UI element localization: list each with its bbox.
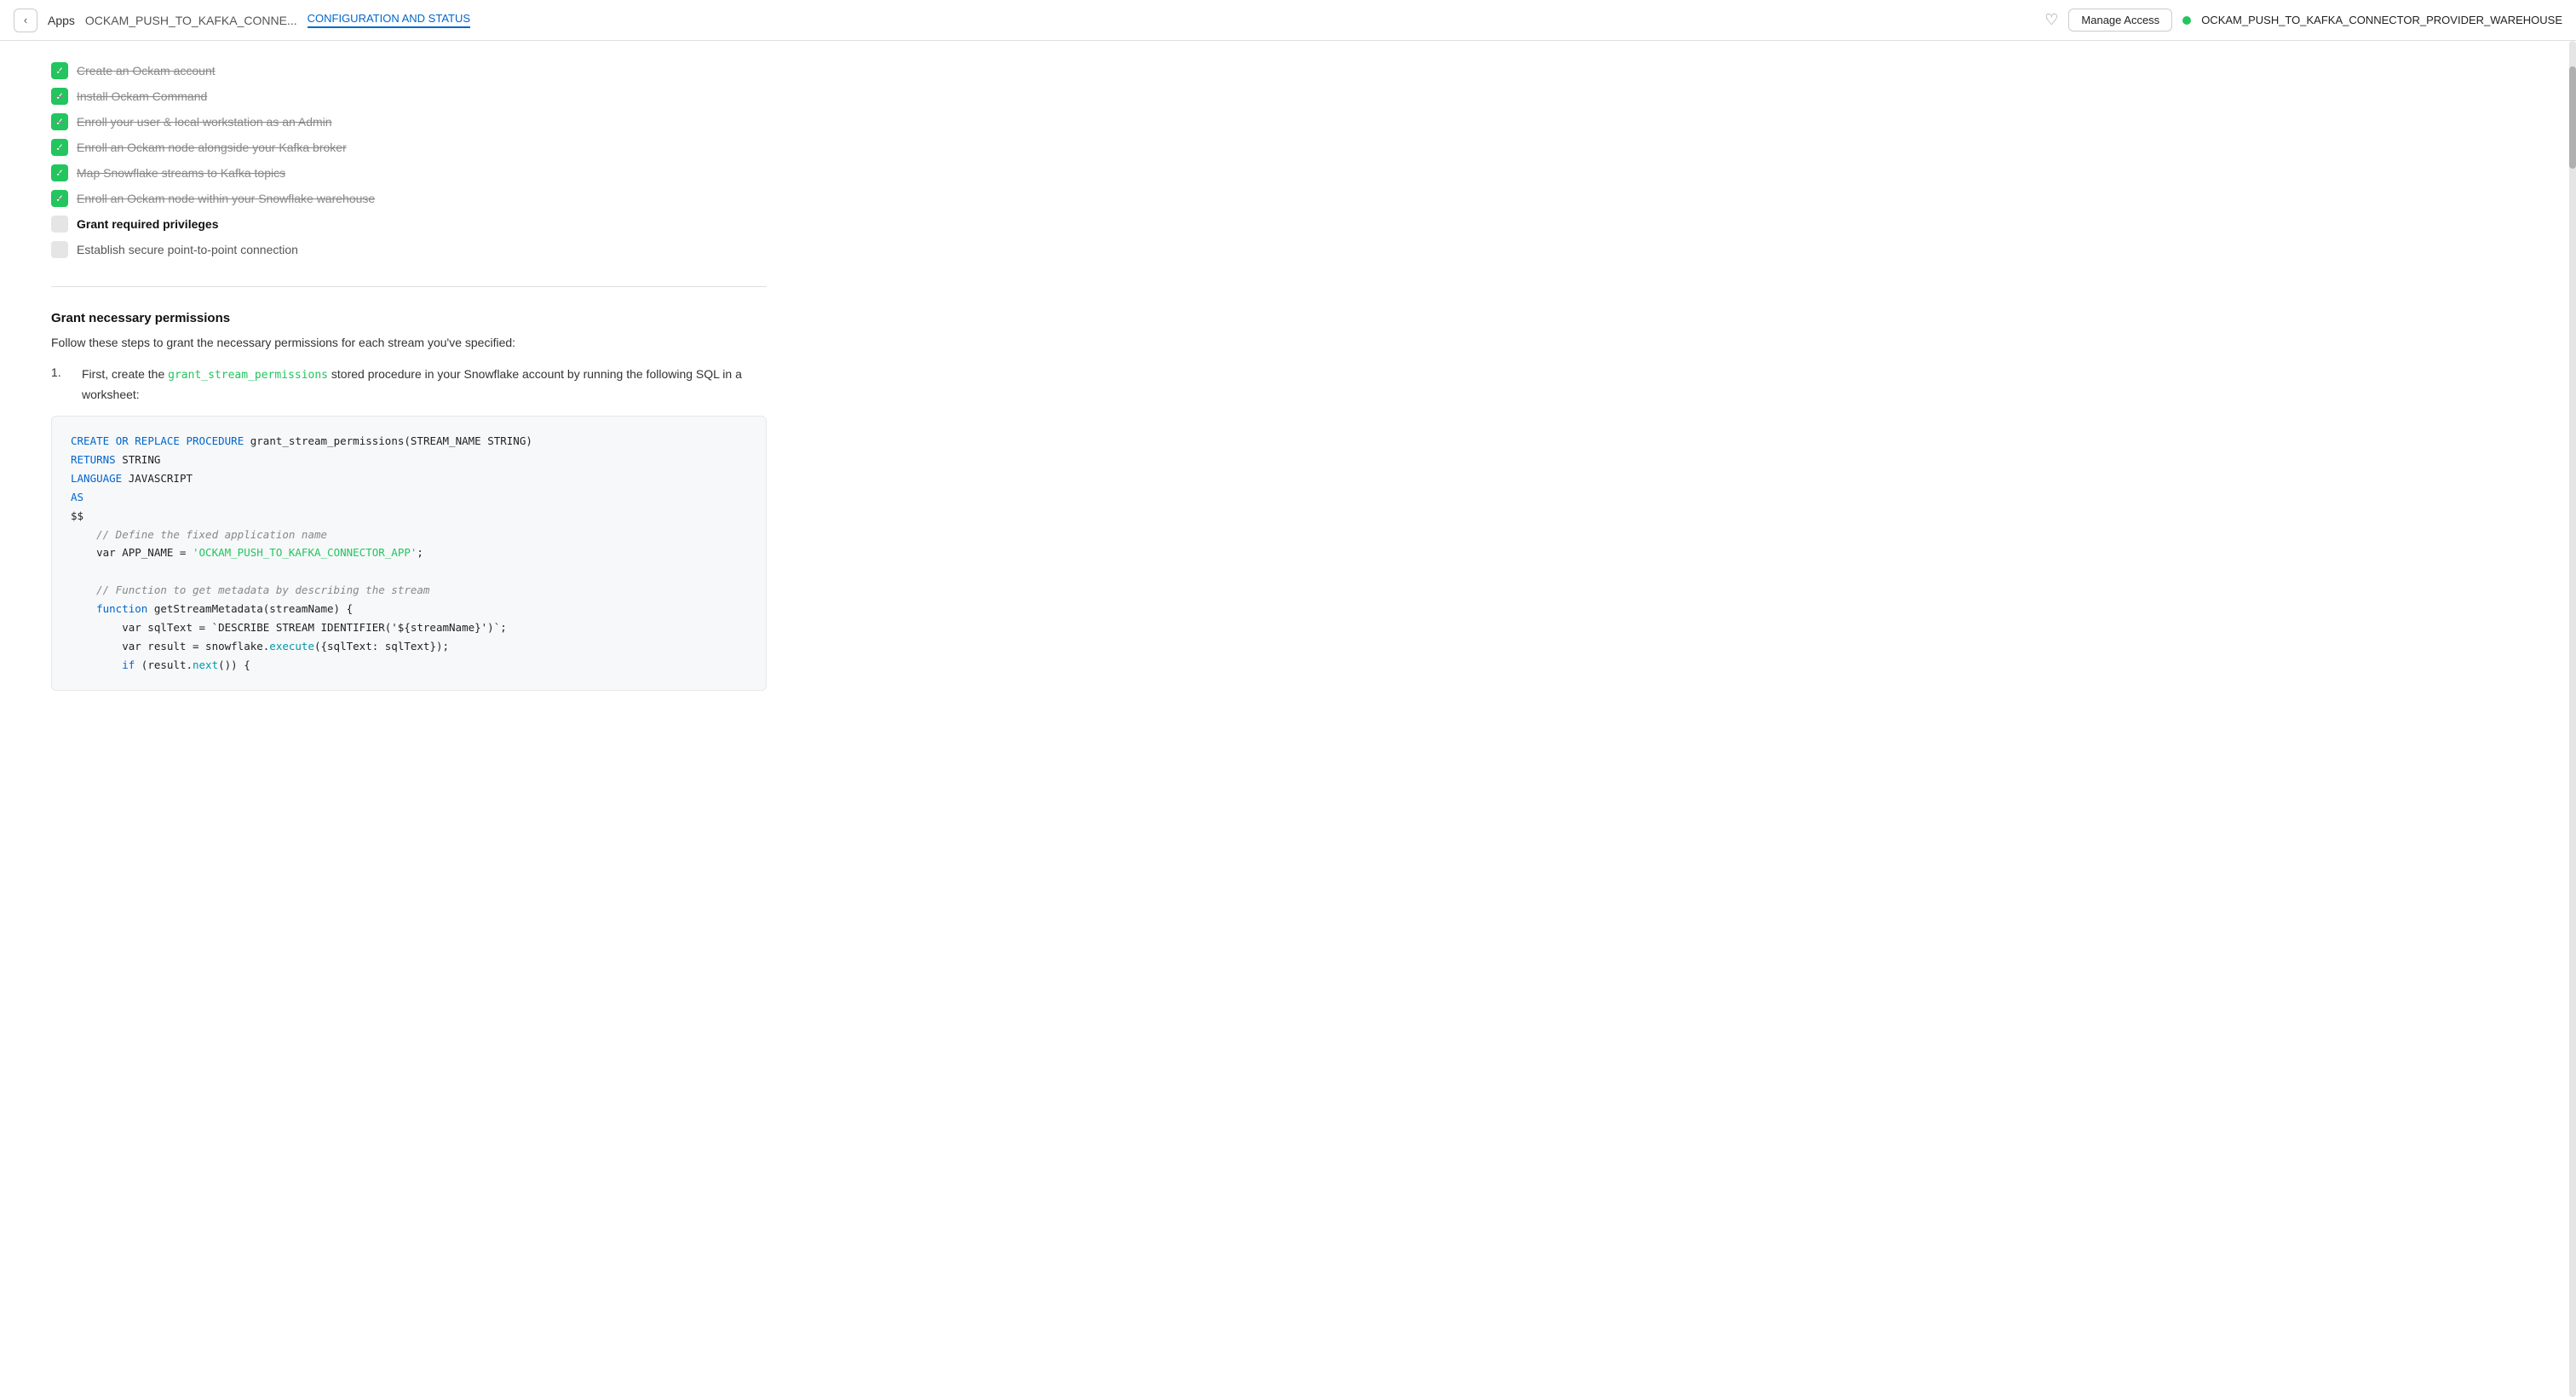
step-1-text: First, create the grant_stream_permissio… [82,365,767,404]
code-line9-var: var result = snowflake. [71,640,269,653]
code-line5: $$ [71,509,83,522]
checklist-item-4: ✓ Enroll an Ockam node alongside your Ka… [51,135,767,160]
checklist: ✓ Create an Ockam account ✓ Install Ocka… [51,58,767,262]
checklist-label-2: Install Ockam Command [77,89,207,103]
kw-language: LANGUAGE [71,472,122,485]
code-line9-rest: ({sqlText: sqlText}); [314,640,449,653]
check-empty-icon-8 [51,241,68,258]
check-done-icon-2: ✓ [51,88,68,105]
checklist-label-5: Map Snowflake streams to Kafka topics [77,166,285,180]
code-line6-str: 'OCKAM_PUSH_TO_KAFKA_CONNECTOR_APP' [193,546,417,559]
code-line10-fn: next [193,658,218,671]
code-line3-rest: JAVASCRIPT [122,472,193,485]
kw-function: function [71,602,147,615]
checklist-item-8: Establish secure point-to-point connecti… [51,237,767,262]
navbar: ‹ Apps OCKAM_PUSH_TO_KAFKA_CONNE... CONF… [0,0,2576,41]
checklist-item-5: ✓ Map Snowflake streams to Kafka topics [51,160,767,186]
kw-returns: RETURNS [71,453,116,466]
check-done-icon-5: ✓ [51,164,68,181]
main-content: ✓ Create an Ockam account ✓ Install Ocka… [0,41,818,725]
section-divider [51,286,767,287]
check-done-icon-3: ✓ [51,113,68,130]
checklist-label-4: Enroll an Ockam node alongside your Kafk… [77,141,347,154]
checklist-item-2: ✓ Install Ockam Command [51,83,767,109]
checklist-item-3: ✓ Enroll your user & local workstation a… [51,109,767,135]
code-block: CREATE OR REPLACE PROCEDURE grant_stream… [51,416,767,690]
checklist-label-8: Establish secure point-to-point connecti… [77,243,298,256]
step-1-text-before: First, create the [82,367,168,381]
code-line2-rest: STRING [116,453,161,466]
section-description: Follow these steps to grant the necessar… [51,336,767,349]
apps-link[interactable]: Apps [48,14,75,27]
heart-icon[interactable]: ♡ [2044,11,2058,29]
checklist-item-1: ✓ Create an Ockam account [51,58,767,83]
code-line7-rest: getStreamMetadata(streamName) { [147,602,353,615]
check-empty-icon-7 [51,216,68,233]
check-done-icon-4: ✓ [51,139,68,156]
manage-access-button[interactable]: Manage Access [2068,9,2172,32]
kw-replace: REPLACE [135,434,180,447]
code-line10-rest: (result. [135,658,193,671]
step-1: 1. First, create the grant_stream_permis… [51,365,767,404]
kw-create: CREATE [71,434,109,447]
checklist-item-7: Grant required privileges [51,211,767,237]
checklist-label-3: Enroll your user & local workstation as … [77,115,332,129]
scrollbar-thumb[interactable] [2569,66,2576,169]
warehouse-name: OCKAM_PUSH_TO_KAFKA_CONNECTOR_PROVIDER_W… [2201,14,2562,26]
code-comment1: // Define the fixed application name [71,528,327,541]
tab-configuration-status[interactable]: CONFIGURATION AND STATUS [308,12,470,28]
code-line1-rest: grant_stream_permissions(STREAM_NAME STR… [244,434,532,447]
check-done-icon-6: ✓ [51,190,68,207]
back-icon: ‹ [24,14,27,26]
status-dot [2182,16,2191,25]
back-button[interactable]: ‹ [14,9,37,32]
code-line6-var: var APP_NAME = [71,546,193,559]
section-heading: Grant necessary permissions [51,311,767,325]
check-done-icon-1: ✓ [51,62,68,79]
kw-procedure: PROCEDURE [187,434,244,447]
step-1-code: grant_stream_permissions [168,369,328,382]
kw-or: OR [116,434,129,447]
scrollbar[interactable] [2569,41,2576,1397]
checklist-label-6: Enroll an Ockam node within your Snowfla… [77,192,375,205]
code-line10-end: ()) { [218,658,250,671]
connector-breadcrumb: OCKAM_PUSH_TO_KAFKA_CONNE... [85,14,297,27]
kw-if: if [71,658,135,671]
checklist-item-6: ✓ Enroll an Ockam node within your Snowf… [51,186,767,211]
step-number-1: 1. [51,365,72,404]
code-line8: var sqlText = `DESCRIBE STREAM IDENTIFIE… [71,621,507,634]
checklist-label-1: Create an Ockam account [77,64,216,78]
checklist-label-7: Grant required privileges [77,217,219,231]
code-line9-fn: execute [269,640,314,653]
kw-as: AS [71,491,83,503]
code-comment2: // Function to get metadata by describin… [71,584,429,596]
code-line6-end: ; [417,546,423,559]
